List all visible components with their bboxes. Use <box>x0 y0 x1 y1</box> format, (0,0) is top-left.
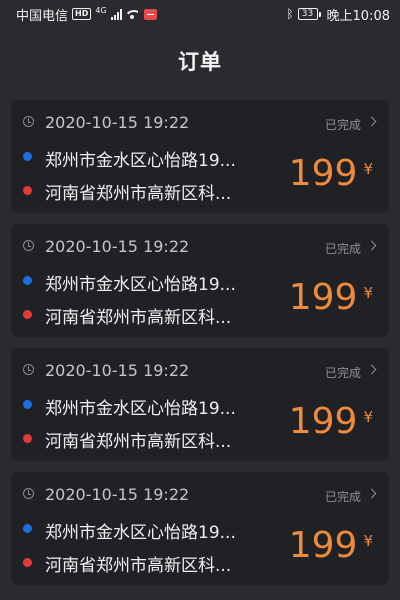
chevron-right-icon[interactable] <box>366 240 377 251</box>
clock-icon <box>23 240 34 251</box>
order-time: 2020-10-15 19:22 <box>45 237 190 256</box>
chevron-right-icon[interactable] <box>366 364 377 375</box>
order-status: 已完成 <box>324 118 361 132</box>
battery-icon: 33 <box>297 8 321 20</box>
chevron-right-icon[interactable] <box>366 488 377 499</box>
order-card[interactable]: 2020-10-15 19:22 已完成 郑州市金水区心怡路19... 河南省郑… <box>11 348 389 461</box>
battery-level: 33 <box>297 8 318 20</box>
destination-address: 河南省郑州市高新区科... <box>45 432 232 452</box>
price-value: 199 <box>288 277 358 318</box>
order-status: 已完成 <box>324 366 361 380</box>
order-price: 199 ¥ <box>289 278 373 318</box>
origin-address: 郑州市金水区心怡路19... <box>45 275 236 295</box>
hd-badge: HD <box>72 8 92 20</box>
price-currency: ¥ <box>363 408 373 426</box>
price-currency: ¥ <box>363 284 373 302</box>
price-value: 199 <box>288 401 358 442</box>
bluetooth-icon: ᛒ <box>286 7 294 21</box>
origin-dot-icon <box>23 524 32 533</box>
order-list: 2020-10-15 19:22 已完成 郑州市金水区心怡路19... 河南省郑… <box>11 100 389 596</box>
carrier-name: 中国电信 <box>16 8 69 24</box>
destination-address: 河南省郑州市高新区科... <box>45 308 232 328</box>
origin-dot-icon <box>23 400 32 409</box>
destination-dot-icon <box>23 186 32 195</box>
clock-icon <box>23 488 34 499</box>
network-type: 4G <box>95 5 107 15</box>
clock-icon <box>23 116 34 127</box>
order-time: 2020-10-15 19:22 <box>45 485 190 504</box>
order-card[interactable]: 2020-10-15 19:22 已完成 郑州市金水区心怡路19... 河南省郑… <box>11 472 389 585</box>
clock-icon <box>23 364 34 375</box>
origin-address: 郑州市金水区心怡路19... <box>45 151 236 171</box>
price-currency: ¥ <box>363 532 373 550</box>
order-card[interactable]: 2020-10-15 19:22 已完成 郑州市金水区心怡路19... 河南省郑… <box>11 224 389 337</box>
order-price: 199 ¥ <box>289 402 373 442</box>
origin-dot-icon <box>23 276 32 285</box>
status-bar-left: 中国电信 HD 4G <box>16 5 157 24</box>
destination-dot-icon <box>23 310 32 319</box>
order-price: 199 ¥ <box>289 526 373 566</box>
clock-time: 晚上10:08 <box>326 8 390 24</box>
page-title: 订单 <box>178 50 222 74</box>
origin-address: 郑州市金水区心怡路19... <box>45 399 236 419</box>
status-bar: 中国电信 HD 4G ᛒ 33 晚上10:08 <box>0 0 400 28</box>
origin-address: 郑州市金水区心怡路19... <box>45 523 236 543</box>
origin-dot-icon <box>23 152 32 161</box>
destination-dot-icon <box>23 434 32 443</box>
price-currency: ¥ <box>363 160 373 178</box>
price-value: 199 <box>288 153 358 194</box>
order-time: 2020-10-15 19:22 <box>45 361 190 380</box>
screen: 中国电信 HD 4G ᛒ 33 晚上10:08 订单 2020-10-15 19… <box>0 0 400 600</box>
destination-address: 河南省郑州市高新区科... <box>45 184 232 204</box>
price-value: 199 <box>288 525 358 566</box>
order-price: 199 ¥ <box>289 154 373 194</box>
notification-app-icon <box>143 8 157 20</box>
destination-address: 河南省郑州市高新区科... <box>45 556 232 576</box>
destination-dot-icon <box>23 558 32 567</box>
status-bar-right: ᛒ 33 晚上10:08 <box>286 5 390 24</box>
order-time: 2020-10-15 19:22 <box>45 113 190 132</box>
order-card[interactable]: 2020-10-15 19:22 已完成 郑州市金水区心怡路19... 河南省郑… <box>11 100 389 213</box>
wifi-icon <box>125 9 138 19</box>
chevron-right-icon[interactable] <box>366 116 377 127</box>
order-status: 已完成 <box>324 242 361 256</box>
order-status: 已完成 <box>324 490 361 504</box>
signal-icon <box>110 8 122 20</box>
